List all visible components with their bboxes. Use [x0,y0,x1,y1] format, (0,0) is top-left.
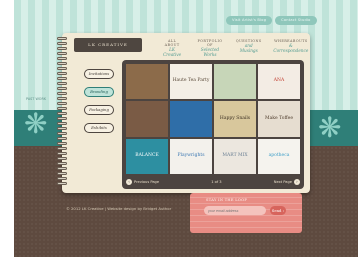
page-indicator: 1 of 3 [211,179,222,184]
left-label: PAST WORK [26,97,47,101]
portfolio-tile[interactable]: Playwrights [170,138,212,174]
spiral-ring [57,147,67,150]
portfolio-tile[interactable]: Happy Snails [214,101,256,137]
spiral-ring [57,37,67,40]
notebook: LK CREATIVE ALL ABOUT LK Creative PORTFO… [57,33,310,193]
nav-whereabouts[interactable]: WHEREABOUTS & Correspondence [272,39,310,57]
newsletter-pad: STAY IN THE LOOP Send › [190,193,302,233]
spiral-ring [57,47,67,50]
copyright: © 2012 LK Creative | Website design by B… [66,206,172,211]
newsletter-email-input[interactable] [204,206,266,215]
portfolio-tile-label: ANA [273,78,285,84]
next-page-button[interactable]: Next Page › [273,178,300,185]
spiral-ring [57,152,67,155]
portfolio-tile[interactable]: BALANCE [126,138,168,174]
previous-page-label: Previous Page [134,179,160,184]
nav-whereabouts-line2: & Correspondence [273,43,309,53]
portfolio-tile-label: Haute Tea Party [172,78,210,84]
nav-portfolio[interactable]: PORTFOLIO OF Selected Works [194,39,226,57]
spiral-ring [57,107,67,110]
portfolio-tile[interactable] [126,101,168,137]
portfolio-tile-label: MART MIX [222,152,248,158]
portfolio-tile-label: apotheca [268,152,290,158]
nav-portfolio-line1: PORTFOLIO OF [197,39,223,47]
spiral-ring [57,77,67,80]
newsletter-send-button[interactable]: Send › [270,206,286,215]
spiral-ring [57,162,67,165]
portfolio-tile-label: Happy Snails [219,115,251,121]
spiral-ring [57,62,67,65]
arrow-right-icon: › [293,178,300,185]
nav-portfolio-line2: Selected Works [200,47,220,57]
nav-questions[interactable]: QUESTIONS and Musings [236,39,262,57]
arrow-left-icon: ‹ [126,178,132,185]
blog-link[interactable]: Visit Artist's Blog [226,16,273,25]
portfolio-grid: Haute Tea Party ANA Happy Snails Make Toffe… [126,64,300,174]
spiral-ring [57,57,67,60]
spiral-ring [57,137,67,140]
newsletter-label: STAY IN THE LOOP [206,198,248,202]
portfolio-tile[interactable]: MART MIX [214,138,256,174]
nav-about[interactable]: ALL ABOUT LK Creative [160,39,184,57]
nav-questions-line2: and Musings [239,43,258,53]
pager: ‹ Previous Page 1 of 3 Next Page › [126,177,300,186]
spiral-ring [57,142,67,145]
spiral-ring [57,112,67,115]
top-nav: Visit Artist's Blog Contact Studio [226,16,317,25]
spiral-ring [57,122,67,125]
category-packaging-button[interactable]: Packaging [84,105,114,115]
category-buttons: Invitations Branding Packaging Exhibits [84,69,114,133]
portfolio-tile[interactable] [214,64,256,100]
portfolio-tile[interactable]: Haute Tea Party [170,64,212,100]
nav-about-line1: ALL ABOUT [164,39,180,47]
portfolio-tile-label: Make Toffee [265,115,293,121]
portfolio-tile[interactable]: Make Toffee [258,101,300,137]
spiral-binding [57,37,67,189]
brand-logo[interactable]: LK CREATIVE [74,38,142,52]
portfolio-tile[interactable] [126,64,168,100]
spiral-ring [57,67,67,70]
portfolio-frame: Haute Tea Party ANA Happy Snails Make Toffe… [122,60,304,189]
portfolio-tile-label: BALANCE [135,152,159,158]
spiral-ring [57,182,67,185]
spiral-ring [57,172,67,175]
category-exhibits-button[interactable]: Exhibits [84,123,114,133]
portfolio-tile-label: Playwrights [177,152,205,158]
spiral-ring [57,157,67,160]
spiral-ring [57,117,67,120]
portfolio-tile[interactable]: apotheca [258,138,300,174]
spiral-ring [57,127,67,130]
category-branding-button[interactable]: Branding [84,87,114,97]
spiral-ring [57,87,67,90]
spiral-ring [57,132,67,135]
main-nav: ALL ABOUT LK Creative PORTFOLIO OF Selec… [160,39,310,57]
spiral-ring [57,167,67,170]
spiral-ring [57,42,67,45]
spiral-ring [57,177,67,180]
spiral-ring [57,72,67,75]
portfolio-tile[interactable] [170,101,212,137]
spiral-ring [57,102,67,105]
contact-link[interactable]: Contact Studio [275,16,317,25]
next-page-label: Next Page [273,179,292,184]
category-invitations-button[interactable]: Invitations [84,69,114,79]
portfolio-tile[interactable]: ANA [258,64,300,100]
swirl-ornament-left-icon: ❋ [24,107,48,140]
previous-page-button[interactable]: ‹ Previous Page [126,178,160,185]
swirl-ornament-right-icon: ❋ [318,111,342,144]
spiral-ring [57,97,67,100]
spiral-ring [57,82,67,85]
spiral-ring [57,52,67,55]
spiral-ring [57,92,67,95]
nav-about-line2: LK Creative [163,47,182,57]
